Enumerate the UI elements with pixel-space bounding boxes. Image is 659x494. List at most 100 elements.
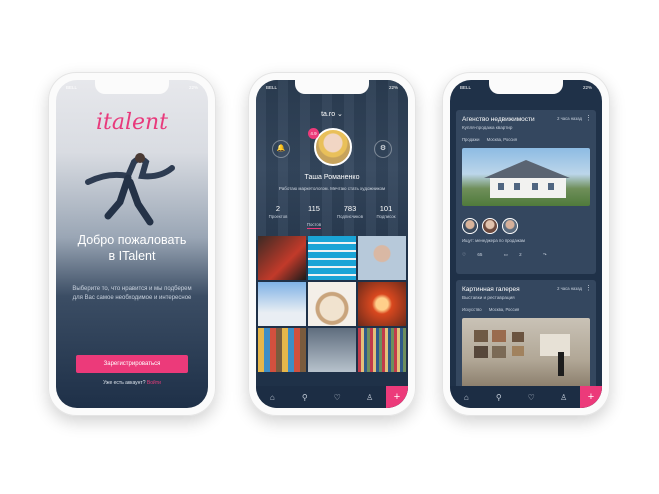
welcome-screen: BELL 22% italent Добро пожаловать в ITal… — [56, 80, 208, 408]
post-thumbnail[interactable] — [358, 328, 406, 372]
login-link[interactable]: Войти — [147, 380, 161, 386]
card-needs: Ищут: менеджера по продажам — [462, 238, 525, 243]
comment-count: 2 — [519, 252, 522, 257]
comment-icon: ▭ — [503, 252, 508, 257]
card-image — [462, 148, 590, 206]
user-icon[interactable]: ♙ — [548, 393, 581, 402]
welcome-title-line1: Добро пожаловать — [77, 233, 187, 247]
notch — [95, 80, 169, 94]
profile-stats: 2 Проектов 115 Постов 783 Подписчиков 101 По… — [260, 204, 404, 229]
login-prompt: Уже есть аккаунт? Войти — [56, 380, 208, 386]
card-time: 2 часа назад — [557, 286, 582, 291]
more-icon[interactable]: ⋮ — [585, 284, 592, 292]
card-image — [462, 318, 590, 388]
username-selector[interactable]: ta.ro ⌄ — [256, 110, 408, 118]
battery-label: 22% — [582, 85, 592, 90]
post-thumbnail[interactable] — [358, 282, 406, 326]
post-thumbnail[interactable] — [308, 236, 356, 280]
house-illustration — [484, 160, 570, 198]
stat-posts[interactable]: 115 Постов — [296, 204, 332, 229]
avatar[interactable] — [502, 218, 518, 234]
card-meta: Продажи Москва, Россия — [462, 137, 523, 142]
stat-label: Подписчиков — [337, 214, 363, 219]
like-button[interactable]: ♡ 65 — [462, 252, 492, 257]
stat-label: Проектов — [268, 214, 288, 219]
feed-card[interactable]: Картинная галерея Выставки и реставрация… — [456, 280, 596, 400]
register-button[interactable]: Зарегистрироваться — [76, 355, 188, 373]
category-label: Искусство — [462, 307, 482, 312]
search-icon[interactable]: ⚲ — [289, 393, 322, 402]
search-icon[interactable]: ⚲ — [483, 393, 516, 402]
notification-bell-icon[interactable]: 🔔 — [272, 140, 290, 158]
heart-icon[interactable]: ♡ — [321, 393, 354, 402]
have-account-text: Уже есть аккаунт? — [103, 380, 146, 386]
team-avatars — [462, 218, 518, 234]
home-icon[interactable]: ⌂ — [450, 393, 483, 402]
post-thumbnail[interactable] — [308, 328, 356, 372]
stat-value: 2 — [275, 204, 281, 213]
stat-label: Постов — [306, 222, 322, 229]
add-button[interactable]: + — [580, 386, 602, 408]
avatar[interactable] — [462, 218, 478, 234]
gallery-illustration — [474, 330, 570, 376]
carrier-label: BELL — [266, 85, 278, 90]
card-title: Картинная галерея — [462, 286, 520, 293]
card-time: 2 часа назад — [557, 116, 582, 121]
card-subtitle: Купля-продажа квартир — [462, 125, 513, 130]
post-thumbnail[interactable] — [258, 236, 306, 280]
user-icon[interactable]: ♙ — [354, 393, 387, 402]
notch — [295, 80, 369, 94]
post-thumbnail[interactable] — [308, 282, 356, 326]
card-title: Агенство недвижимости — [462, 116, 535, 123]
chevron-down-icon: ⌄ — [337, 111, 343, 118]
carrier-label: BELL — [460, 85, 472, 90]
welcome-title-line2: в ITalent — [108, 249, 156, 263]
stat-projects[interactable]: 2 Проектов — [260, 204, 296, 226]
like-count: 65 — [477, 252, 483, 257]
dancer-illustration — [85, 153, 175, 226]
heart-icon: ♡ — [462, 252, 467, 257]
stat-label: Подписок — [376, 214, 396, 219]
avatar[interactable] — [482, 218, 498, 234]
avatar[interactable] — [314, 128, 352, 166]
card-meta: Искусство Москва, Россия — [462, 307, 525, 312]
welcome-description: Выберите то, что нравится и мы подберем … — [72, 286, 192, 301]
feed-card[interactable]: Агенство недвижимости Купля-продажа квар… — [456, 110, 596, 274]
username: ta.ro — [321, 111, 336, 118]
card-subtitle: Выставки и реставрация — [462, 295, 515, 300]
category-label: Продажи — [462, 137, 480, 142]
notch — [489, 80, 563, 94]
battery-label: 22% — [388, 85, 398, 90]
stat-followers[interactable]: 783 Подписчиков — [332, 204, 368, 226]
post-thumbnail[interactable] — [358, 236, 406, 280]
profile-name: Таша Романенко — [304, 174, 360, 181]
phone-welcome: BELL 22% italent Добро пожаловать в ITal… — [48, 72, 216, 416]
phone-profile: BELL 22% ta.ro ⌄ 🔔 ⚙ 4.9 Таша Романенко … — [248, 72, 416, 416]
phone-feed: BELL 22% Агенство недвижимости Купля-про… — [442, 72, 610, 416]
post-thumbnail[interactable] — [258, 328, 306, 372]
welcome-title: Добро пожаловать в ITalent — [66, 232, 198, 264]
battery-label: 22% — [188, 85, 198, 90]
comment-button[interactable]: ▭ 2 — [504, 252, 532, 257]
home-icon[interactable]: ⌂ — [256, 393, 289, 402]
location-label: Москва, Россия — [486, 137, 518, 142]
posts-grid — [256, 234, 408, 374]
gear-icon[interactable]: ⚙ — [374, 140, 392, 158]
stat-following[interactable]: 101 Подписок — [368, 204, 404, 226]
heart-icon[interactable]: ♡ — [515, 393, 548, 402]
feed-screen: BELL 22% Агенство недвижимости Купля-про… — [450, 80, 602, 408]
rating-badge: 4.9 — [308, 128, 319, 139]
stat-value: 115 — [308, 204, 320, 213]
post-thumbnail[interactable] — [258, 282, 306, 326]
more-icon[interactable]: ⋮ — [585, 114, 592, 122]
tab-bar: ⌂ ⚲ ♡ ♙ + — [256, 386, 408, 408]
share-icon[interactable]: ↷ — [543, 252, 547, 257]
profile-bio: Работаю маркетологом. Мечтаю стать худож… — [278, 186, 386, 191]
profile-screen: BELL 22% ta.ro ⌄ 🔔 ⚙ 4.9 Таша Романенко … — [256, 80, 408, 408]
location-label: Москва, Россия — [488, 307, 520, 312]
add-button[interactable]: + — [386, 386, 408, 408]
carrier-label: BELL — [66, 85, 78, 90]
app-logo: italent — [95, 110, 169, 135]
stat-value: 101 — [379, 204, 393, 213]
stat-value: 783 — [343, 204, 357, 213]
